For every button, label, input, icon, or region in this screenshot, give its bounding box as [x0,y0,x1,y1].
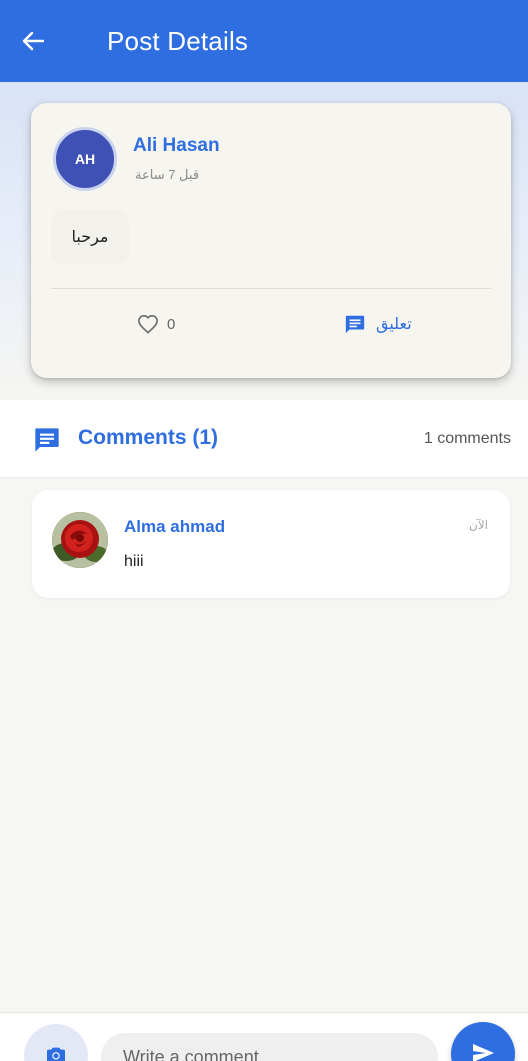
comment-item: Alma ahmad الآن hiii [32,490,510,598]
app-bar: Post Details [0,0,528,82]
comment-icon [345,315,365,334]
send-icon [473,1044,494,1061]
comment-icon [35,428,59,452]
commenter-name[interactable]: Alma ahmad [124,517,225,537]
back-button[interactable] [22,0,78,82]
comments-title: Comments (1) [78,426,219,449]
comment-time: الآن [469,518,488,532]
rose-photo [52,512,108,568]
commenter-avatar[interactable] [52,512,108,568]
like-count: 0 [167,315,176,333]
comment-button-label: تعليق [376,316,412,333]
comment-button[interactable]: تعليق [344,309,412,339]
author-avatar[interactable]: AH [53,127,117,191]
comment-text: hiii [124,553,144,570]
post-time: قبل 7 ساعة [135,167,200,182]
author-name[interactable]: Ali Hasan [133,135,220,157]
heart-outline-icon [138,314,158,334]
page-title: Post Details [107,25,249,56]
post-content: مرحبا [51,210,129,264]
post-text: مرحبا [71,229,109,246]
comment-input[interactable] [101,1033,438,1061]
comments-count: 1 comments [423,430,511,447]
post-card: AH Ali Hasan قبل 7 ساعة مرحبا 0 تعليق [31,103,511,378]
divider [51,288,491,289]
like-button[interactable]: 0 [137,309,175,339]
author-initials: AH [74,151,96,167]
camera-icon [47,1047,65,1061]
comments-header: Comments (1) 1 comments [0,400,528,478]
arrow-left-icon [22,31,44,51]
